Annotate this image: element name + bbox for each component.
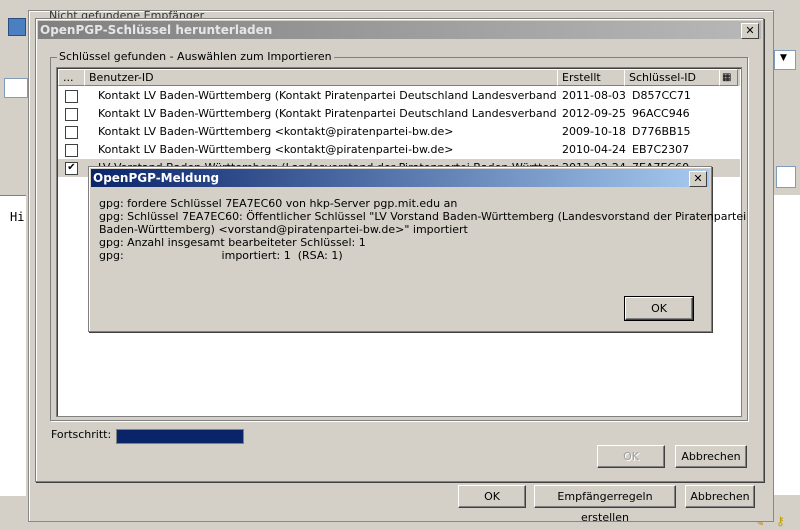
openpgp-message-dialog: OpenPGP-Meldung ✕ gpg: fordere Schlüssel… — [88, 166, 746, 332]
close-icon[interactable]: ✕ — [689, 171, 707, 187]
key-checkbox[interactable] — [65, 126, 78, 139]
key-row[interactable]: Kontakt LV Baden-Württemberg (Kontakt Pi… — [58, 105, 740, 123]
key-checkbox-checked[interactable]: ✔ — [65, 162, 78, 175]
column-header-user-id[interactable]: Benutzer-ID — [84, 69, 558, 86]
key-id: 96ACC946 — [632, 107, 690, 120]
key-user-id: Kontakt LV Baden-Württemberg (Kontakt Pi… — [98, 107, 558, 120]
progress-label: Fortschritt: — [51, 428, 112, 441]
key-created: 2009-10-18 — [562, 125, 626, 138]
dialog-cancel-button[interactable]: Abbrechen — [675, 445, 747, 468]
key-id: D776BB15 — [632, 125, 691, 138]
message-line: Baden-Württemberg) <vorstand@piratenpart… — [99, 223, 468, 236]
progress-bar-fill — [117, 430, 243, 443]
column-header-select[interactable]: ... — [58, 69, 85, 86]
message-line: gpg: importiert: 1 (RSA: 1) — [99, 249, 343, 262]
key-checkbox[interactable] — [65, 108, 78, 121]
openpgp-message-titlebar[interactable]: OpenPGP-Meldung ✕ — [91, 169, 709, 187]
key-icon: ⚷ — [776, 514, 785, 528]
key-list-header: ... Benutzer-ID Erstellt Schlüssel-ID ▦ — [58, 69, 740, 86]
background-input-field[interactable] — [4, 78, 28, 98]
keys-found-label: Schlüssel gefunden - Auswählen zum Impor… — [57, 50, 334, 63]
key-user-id: Kontakt LV Baden-Württemberg (Kontakt Pi… — [98, 89, 558, 102]
key-id: D857CC71 — [632, 89, 691, 102]
key-row[interactable]: Kontakt LV Baden-Württemberg (Kontakt Pi… — [58, 87, 740, 105]
key-created: 2010-04-24 — [562, 143, 626, 156]
key-user-id: Kontakt LV Baden-Württemberg <kontakt@pi… — [98, 125, 454, 138]
key-checkbox[interactable] — [65, 144, 78, 157]
message-line: gpg: fordere Schlüssel 7EA7EC60 von hkp-… — [99, 197, 458, 210]
column-picker-icon[interactable]: ▦ — [719, 69, 738, 86]
message-line: gpg: Schlüssel 7EA7EC60: Öffentlicher Sc… — [99, 210, 747, 223]
background-input-right[interactable] — [776, 166, 796, 188]
message-body-editor[interactable]: Hi — [0, 195, 26, 496]
create-recipient-rules-button[interactable]: Empfängerregeln erstellen — [534, 485, 676, 524]
key-download-titlebar[interactable]: OpenPGP-Schlüssel herunterladen ✕ — [38, 21, 761, 39]
editor-text: Hi — [10, 210, 25, 224]
openpgp-message-title: OpenPGP-Meldung — [93, 171, 220, 185]
key-user-id: Kontakt LV Baden-Württemberg <kontakt@pi… — [98, 143, 454, 156]
key-download-title: OpenPGP-Schlüssel herunterladen — [40, 23, 273, 37]
key-created: 2011-08-03 — [562, 89, 626, 102]
column-header-key-id[interactable]: Schlüssel-ID — [624, 69, 720, 86]
message-ok-button[interactable]: OK — [624, 296, 694, 321]
key-created: 2012-09-25 — [562, 107, 626, 120]
key-id: EB7C2307 — [632, 143, 690, 156]
dialog-ok-button[interactable]: OK — [597, 445, 665, 468]
progress-bar — [116, 429, 244, 444]
background-dropdown[interactable] — [774, 50, 796, 70]
close-icon[interactable]: ✕ — [741, 23, 759, 39]
message-line: gpg: Anzahl insgesamt bearbeiteter Schlü… — [99, 236, 366, 249]
background-editor-right — [774, 195, 800, 495]
column-header-created[interactable]: Erstellt — [557, 69, 625, 86]
app-toolbar-icon[interactable] — [8, 18, 26, 36]
key-checkbox[interactable] — [65, 90, 78, 103]
recipients-ok-button[interactable]: OK — [458, 485, 526, 508]
key-row[interactable]: Kontakt LV Baden-Württemberg <kontakt@pi… — [58, 123, 740, 141]
recipients-cancel-button[interactable]: Abbrechen — [685, 485, 755, 508]
key-row[interactable]: Kontakt LV Baden-Württemberg <kontakt@pi… — [58, 141, 740, 159]
